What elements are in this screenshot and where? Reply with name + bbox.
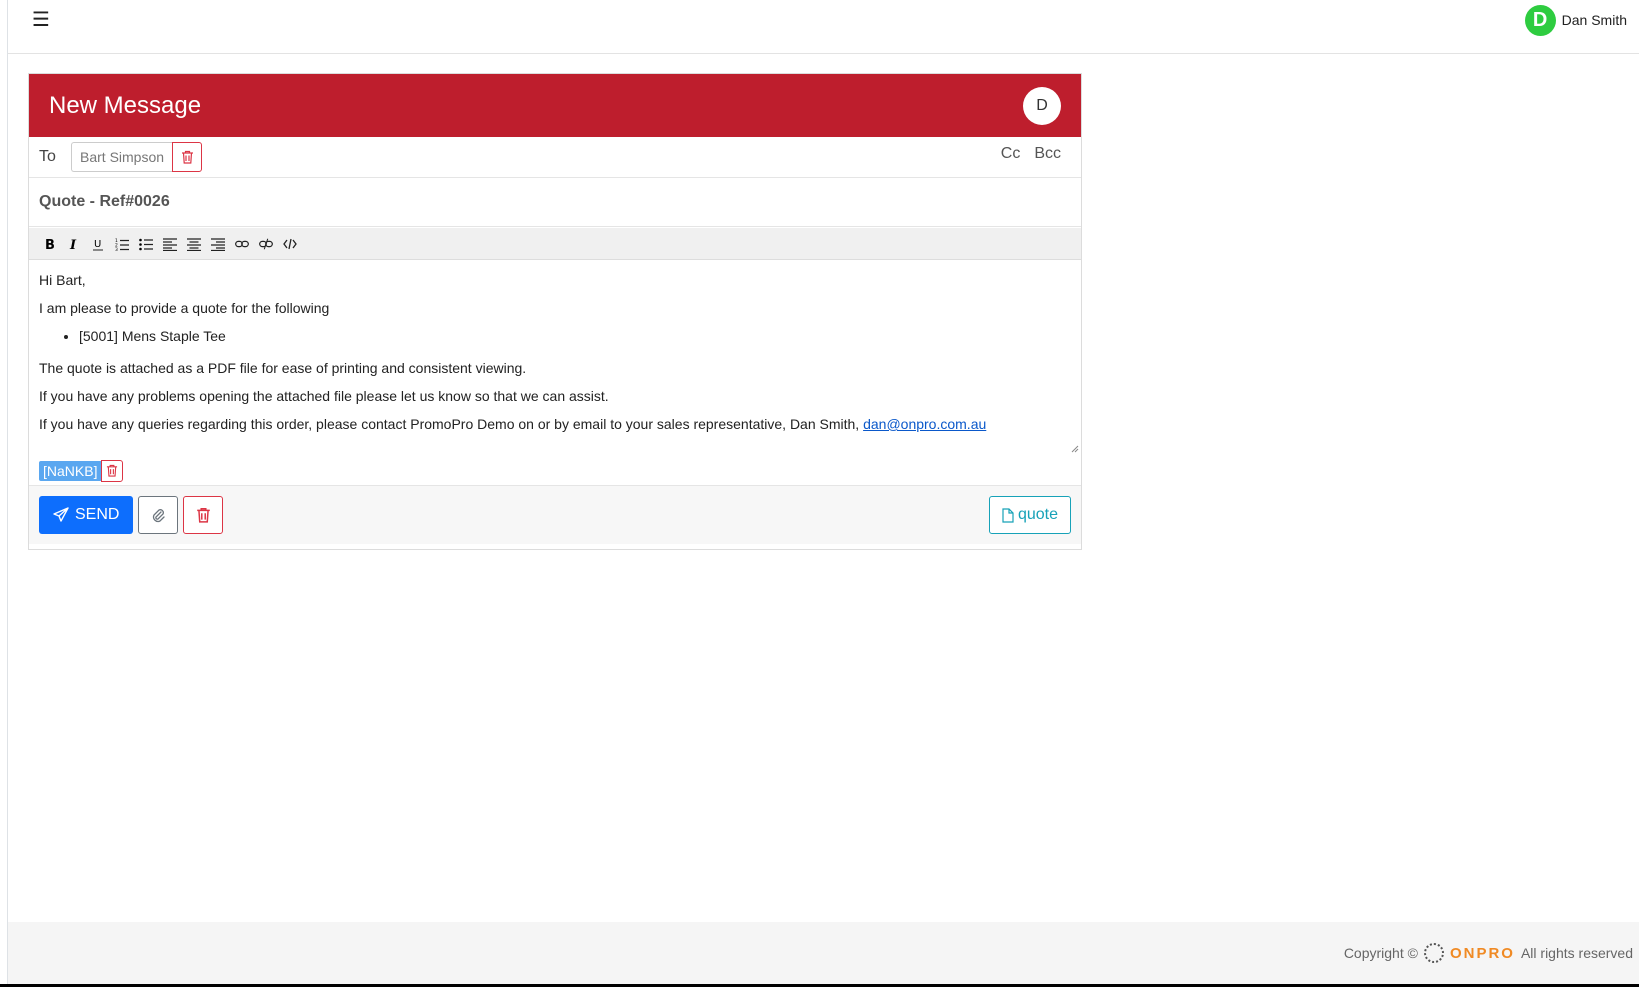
trash-icon — [181, 150, 193, 164]
bcc-link[interactable]: Bcc — [1034, 145, 1061, 163]
rights-text: All rights reserved — [1520, 945, 1633, 961]
ordered-list-icon[interactable]: 123 — [111, 233, 133, 255]
recipient-chip-group: Bart Simpson — [71, 142, 203, 172]
page-title: New Message — [49, 91, 202, 119]
list-item: [5001] Mens Staple Tee — [79, 326, 1071, 346]
align-right-icon[interactable] — [207, 233, 229, 255]
message-body-editor[interactable]: Hi Bart, I am please to provide a quote … — [29, 260, 1081, 456]
bold-icon[interactable]: B — [39, 233, 61, 255]
hamburger-icon[interactable]: ☰ — [32, 10, 52, 30]
user-name: Dan Smith — [1561, 12, 1627, 28]
body-line-attachment: The quote is attached as a PDF file for … — [39, 360, 527, 376]
quote-label: quote — [1017, 506, 1058, 523]
cc-bcc-links: Cc Bcc — [1001, 145, 1061, 163]
remove-recipient-button[interactable] — [172, 142, 203, 172]
cc-link[interactable]: Cc — [1001, 145, 1021, 163]
quote-template-button[interactable]: quote — [988, 496, 1071, 534]
svg-text:U: U — [94, 239, 101, 250]
resize-handle-icon[interactable] — [1069, 443, 1079, 453]
link-icon[interactable] — [231, 233, 253, 255]
to-label: To — [39, 148, 56, 165]
trash-icon — [107, 464, 118, 477]
discard-button[interactable] — [183, 496, 224, 534]
trash-icon — [197, 507, 210, 523]
align-center-icon[interactable] — [183, 233, 205, 255]
compose-actions: SEND quote — [29, 486, 1081, 544]
svg-text:B: B — [45, 238, 55, 251]
unordered-list-icon[interactable] — [135, 233, 157, 255]
unlink-icon[interactable] — [255, 233, 277, 255]
italic-icon[interactable]: I — [63, 233, 85, 255]
top-bar: ☰ D Dan Smith — [8, 0, 1639, 54]
subject-field[interactable]: Quote - Ref#0026 — [29, 178, 1081, 227]
to-row: To Bart Simpson Cc Bcc — [29, 137, 1081, 178]
body-intro: I am please to provide a quote for the f… — [39, 300, 330, 316]
body-line-contact: If you have any queries regarding this o… — [39, 414, 1071, 434]
editor-toolbar: B I U 123 — [29, 228, 1081, 260]
attachment-chip[interactable]: [NaNKB] — [39, 460, 102, 481]
attach-file-button[interactable] — [138, 496, 179, 534]
copyright-text: Copyright © — [1343, 945, 1418, 961]
recipient-chip[interactable]: Bart Simpson — [71, 142, 173, 172]
compose-header: New Message D — [29, 74, 1081, 137]
page-footer: Copyright © ONPRO All rights reserved — [8, 922, 1639, 984]
avatar: D — [1524, 4, 1556, 36]
attachments-row: [NaNKB] — [29, 456, 1081, 486]
file-icon — [1002, 507, 1014, 523]
underline-icon[interactable]: U — [87, 233, 109, 255]
left-gutter — [0, 0, 8, 984]
body-item-list: [5001] Mens Staple Tee — [79, 326, 1071, 346]
svg-text:I: I — [69, 238, 77, 251]
send-label: SEND — [75, 506, 120, 523]
paperclip-icon — [153, 509, 166, 523]
page: ☰ D Dan Smith New Message D To Bart Simp… — [8, 0, 1639, 984]
onpro-logo-icon — [1423, 943, 1444, 963]
compose-card: New Message D To Bart Simpson Cc Bcc Quo… — [28, 73, 1082, 550]
body-contact-text: If you have any queries regarding this o… — [39, 416, 864, 432]
user-menu[interactable]: D Dan Smith — [1524, 4, 1627, 36]
body-greeting: Hi Bart, — [39, 272, 86, 288]
paper-plane-icon — [53, 507, 69, 522]
brand-name: ONPRO — [1449, 944, 1515, 962]
send-button[interactable]: SEND — [39, 496, 134, 534]
remove-attachment-button[interactable] — [101, 459, 124, 482]
svg-text:3: 3 — [115, 247, 118, 251]
align-left-icon[interactable] — [159, 233, 181, 255]
code-icon[interactable] — [279, 233, 301, 255]
body-line-problems: If you have any problems opening the att… — [39, 388, 609, 404]
sender-avatar[interactable]: D — [1023, 87, 1061, 125]
email-link[interactable]: dan@onpro.com.au — [863, 416, 986, 432]
